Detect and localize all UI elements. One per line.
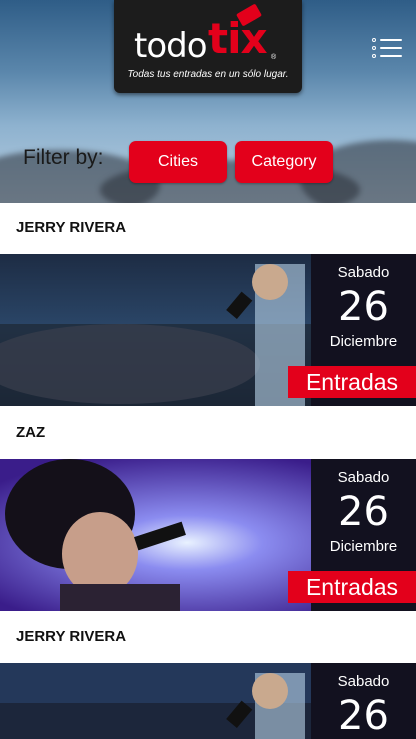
hero-header: todo tix ® Todas tus entradas en un sólo… (0, 0, 416, 203)
event-day: Sabado (337, 264, 390, 281)
event-date: 26 (338, 693, 389, 739)
event-date: 26 (338, 489, 389, 535)
entradas-button[interactable]: Entradas (288, 366, 416, 398)
list-menu-icon[interactable] (372, 38, 402, 60)
event-title[interactable]: JERRY RIVERA (16, 219, 126, 236)
logo-tagline: Todas tus entradas en un sólo lugar. (127, 69, 289, 80)
event-day: Sabado (337, 469, 390, 486)
event-card[interactable]: Sabado 26 Diciembre Entradas (0, 254, 416, 406)
event-title[interactable]: ZAZ (16, 424, 45, 441)
event-date: 26 (338, 284, 389, 330)
event-month: Diciembre (329, 333, 398, 350)
event-card[interactable]: Sabado 26 (0, 663, 416, 739)
event-card[interactable]: Sabado 26 Diciembre Entradas (0, 459, 416, 611)
cities-filter-button[interactable]: Cities (129, 141, 227, 183)
date-panel: Sabado 26 (311, 663, 416, 739)
category-filter-button[interactable]: Category (235, 141, 333, 183)
event-month: Diciembre (329, 538, 398, 555)
todotix-logo[interactable]: todo tix ® Todas tus entradas en un sólo… (114, 0, 302, 93)
logo-text-tix: tix (208, 14, 268, 63)
event-title[interactable]: JERRY RIVERA (16, 628, 126, 645)
registered-mark: ® (271, 54, 277, 61)
entradas-button[interactable]: Entradas (288, 571, 416, 603)
logo-text-todo: todo (134, 26, 208, 66)
event-day: Sabado (337, 673, 390, 690)
filter-label: Filter by: (23, 146, 104, 169)
